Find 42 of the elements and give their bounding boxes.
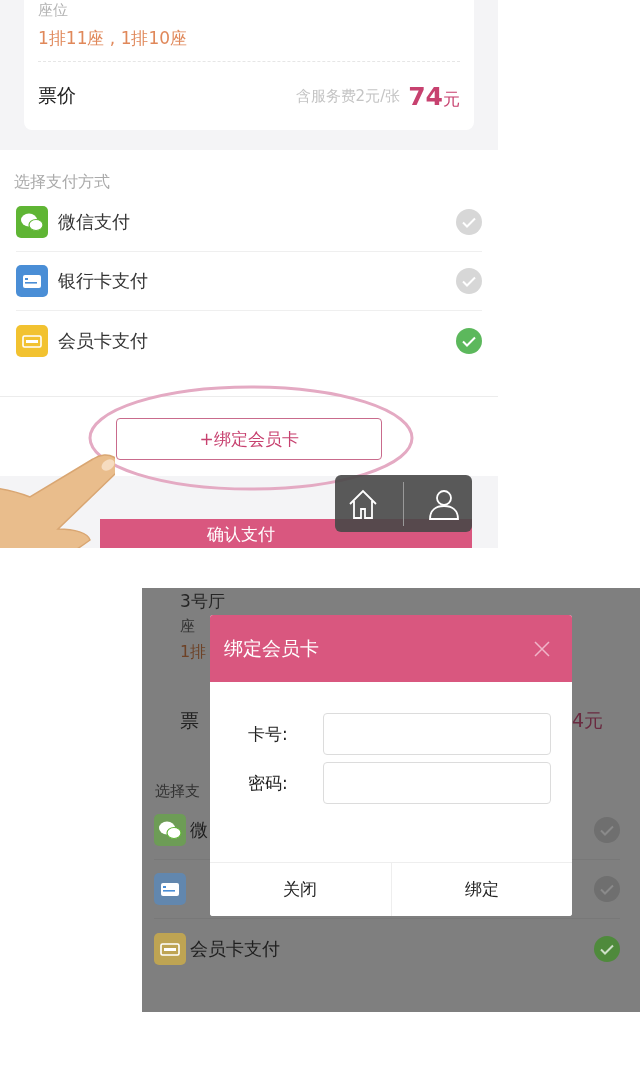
bank-card-icon [154, 873, 186, 905]
section-heading: 选择支 [155, 782, 200, 801]
bank-card-icon [16, 265, 48, 297]
seat-numbers: 1排11座 , 1排10座 [38, 27, 188, 50]
dialog-title: 绑定会员卡 [224, 635, 319, 661]
price-amount: 74 [408, 81, 443, 111]
dialog-button[interactable]: 绑定 [390, 863, 572, 916]
payment-method-label: 会员卡支付 [58, 328, 148, 353]
payment-method-label: 微信支付 [58, 210, 130, 234]
input-field[interactable] [323, 713, 551, 755]
price-label: 票 [180, 708, 199, 733]
payment-method-label: 会员卡支付 [190, 936, 280, 961]
check-icon[interactable] [594, 817, 620, 843]
vip-card-icon [16, 324, 48, 357]
payment-method-label: 微 [190, 818, 208, 842]
input-field[interactable] [323, 762, 551, 804]
vip-card-icon [154, 932, 186, 965]
close-icon[interactable] [534, 640, 550, 657]
wechat-bubbles-icon [154, 814, 186, 846]
check-icon[interactable] [456, 209, 482, 235]
check-icon[interactable] [594, 935, 620, 962]
field-label: 卡号: [247, 722, 289, 746]
price-unit: 元 [443, 87, 460, 111]
check-icon[interactable] [456, 327, 482, 354]
price-label: 票价 [38, 83, 76, 108]
service-fee-note: 含服务费2元/张 [295, 86, 401, 106]
seat-label: 座 [180, 617, 195, 636]
field-label: 密码: [247, 771, 289, 795]
payment-method-item[interactable]: 会员卡支付 [16, 311, 482, 370]
bind-card-button[interactable]: +绑定会员卡 [116, 418, 382, 460]
payment-method-label: 银行卡支付 [58, 269, 148, 293]
payment-method-item[interactable]: 微信支付 [16, 193, 482, 252]
price-amount: 4元 [571, 708, 603, 733]
hall-name: 3号厅 [180, 590, 225, 612]
seat-label: 座位 [38, 0, 68, 20]
payment-method-item[interactable]: 会员卡支付 [154, 919, 620, 978]
check-icon[interactable] [456, 268, 482, 294]
check-icon[interactable] [594, 876, 620, 902]
payment-method-item[interactable]: 银行卡支付 [16, 252, 482, 311]
seat-numbers: 1排 [180, 642, 207, 663]
wechat-bubbles-icon [16, 206, 48, 238]
section-heading: 选择支付方式 [14, 171, 110, 193]
